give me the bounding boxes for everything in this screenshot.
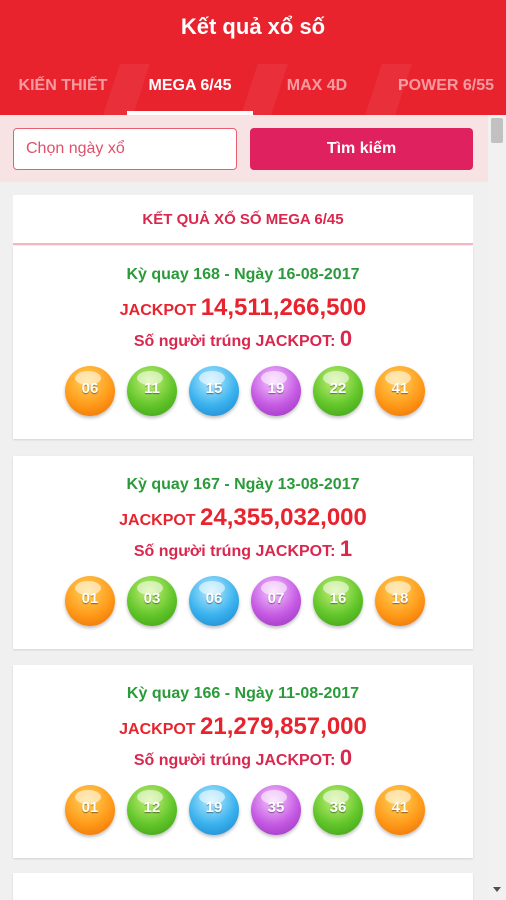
winners-count: 0 — [339, 745, 353, 770]
lottery-ball: 19 — [189, 785, 239, 835]
result-card[interactable]: Kỳ quay 167 - Ngày 13-08-2017 JACKPOT 24… — [13, 456, 473, 649]
lottery-ball: 06 — [65, 366, 115, 416]
draw-info: Kỳ quay 168 - Ngày 16-08-2017 — [126, 266, 360, 283]
vertical-scrollbar[interactable] — [488, 115, 506, 900]
tab-power-655[interactable]: POWER 6/55 — [386, 64, 506, 115]
draw-info: Kỳ quay 167 - Ngày 13-08-2017 — [126, 476, 360, 493]
winners-count: 0 — [339, 326, 353, 351]
winners-label: Số người trúng JACKPOT: — [133, 543, 336, 560]
lottery-ball: 19 — [251, 366, 301, 416]
result-card[interactable]: Kỳ quay 166 - Ngày 11-08-2017 JACKPOT 21… — [13, 665, 473, 858]
lottery-ball: 22 — [313, 366, 363, 416]
lottery-ball: 12 — [127, 785, 177, 835]
result-card-partial[interactable] — [13, 873, 473, 900]
winners-line: Số người trúng JACKPOT: 0 — [13, 326, 473, 352]
ball-row: 01 12 19 35 36 41 — [65, 785, 425, 835]
result-card[interactable]: Kỳ quay 168 - Ngày 16-08-2017 JACKPOT 14… — [13, 246, 473, 439]
lottery-ball: 41 — [375, 366, 425, 416]
section-title: KẾT QUẢ XỔ SỐ MEGA 6/45 — [142, 211, 344, 228]
lottery-ball: 41 — [375, 785, 425, 835]
ball-row: 01 03 06 07 16 18 — [65, 576, 425, 626]
lottery-ball: 35 — [251, 785, 301, 835]
lottery-ball: 01 — [65, 576, 115, 626]
tab-label: MEGA 6/45 — [148, 77, 232, 94]
jackpot-line: JACKPOT 24,355,032,000 — [13, 504, 473, 532]
jackpot-label: JACKPOT — [119, 721, 196, 738]
lottery-ball: 01 — [65, 785, 115, 835]
jackpot-amount: 14,511,266,500 — [200, 294, 367, 321]
tab-label: POWER 6/55 — [397, 77, 495, 94]
lottery-ball: 36 — [313, 785, 363, 835]
lottery-ball: 11 — [127, 366, 177, 416]
tab-kien-thiet[interactable]: KIẾN THIẾT — [8, 64, 118, 115]
jackpot-line: JACKPOT 14,511,266,500 — [13, 294, 473, 322]
lottery-ball: 03 — [127, 576, 177, 626]
jackpot-amount: 24,355,032,000 — [200, 504, 367, 531]
date-input[interactable] — [13, 128, 237, 170]
search-button[interactable]: Tìm kiếm — [250, 128, 473, 170]
jackpot-amount: 21,279,857,000 — [200, 713, 367, 740]
winners-label: Số người trúng JACKPOT: — [133, 752, 336, 769]
lottery-ball: 18 — [375, 576, 425, 626]
lottery-ball: 16 — [313, 576, 363, 626]
winners-label: Số người trúng JACKPOT: — [133, 333, 336, 350]
jackpot-label: JACKPOT — [119, 302, 197, 319]
tab-max-4d[interactable]: MAX 4D — [272, 64, 362, 115]
draw-info: Kỳ quay 166 - Ngày 11-08-2017 — [126, 685, 360, 702]
app-header: Kết quả xổ số KIẾN THIẾT MEGA 6/45 MAX 4… — [0, 0, 506, 115]
section-header: KẾT QUẢ XỔ SỐ MEGA 6/45 — [13, 195, 473, 245]
search-bar: Tìm kiếm — [0, 115, 488, 182]
lottery-ball: 15 — [189, 366, 239, 416]
winners-line: Số người trúng JACKPOT: 0 — [13, 745, 473, 771]
tab-bar: KIẾN THIẾT MEGA 6/45 MAX 4D POWER 6/55 — [0, 64, 506, 115]
ball-row: 06 11 15 19 22 41 — [65, 366, 425, 416]
lottery-ball: 07 — [251, 576, 301, 626]
tab-mega-645[interactable]: MEGA 6/45 — [127, 64, 253, 115]
tab-label: MAX 4D — [286, 77, 348, 94]
scroll-down-arrow-icon[interactable] — [493, 887, 501, 892]
winners-count: 1 — [339, 536, 353, 561]
tab-label: KIẾN THIẾT — [18, 77, 108, 94]
winners-line: Số người trúng JACKPOT: 1 — [13, 536, 473, 562]
lottery-ball: 06 — [189, 576, 239, 626]
scrollbar-thumb[interactable] — [491, 118, 503, 143]
jackpot-label: JACKPOT — [119, 512, 196, 529]
jackpot-line: JACKPOT 21,279,857,000 — [13, 713, 473, 741]
app-title: Kết quả xổ số — [180, 14, 326, 39]
